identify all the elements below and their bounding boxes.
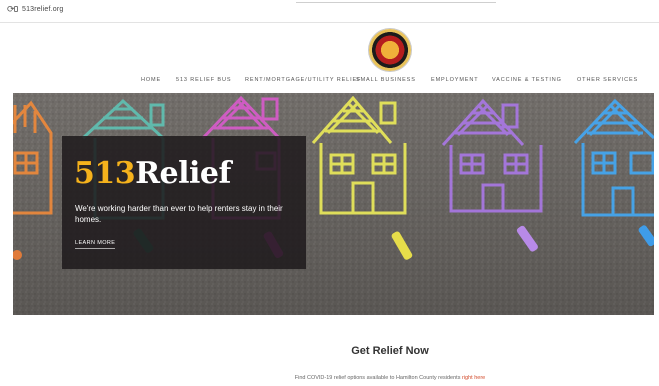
toolbar-divider bbox=[296, 2, 496, 3]
page: ⟳ 513relief.org HOME 513 RELIEF BUS RENT… bbox=[0, 0, 659, 386]
nav-item-other-services[interactable]: OTHER SERVICES bbox=[577, 77, 638, 83]
hero-subtitle: We're working harder than ever to help r… bbox=[75, 204, 283, 224]
nav-item-small-business[interactable]: SMALL BUSINESS bbox=[356, 77, 416, 83]
lock-icon bbox=[14, 6, 18, 12]
nav-item-vaccine-testing[interactable]: VACCINE & TESTING bbox=[492, 77, 562, 83]
nav-item-home[interactable]: HOME bbox=[141, 77, 161, 83]
hero-title: 513Relief bbox=[74, 156, 231, 191]
section-text-body: Find COVID-19 relief options available t… bbox=[294, 375, 461, 381]
url-text[interactable]: 513relief.org bbox=[22, 6, 64, 13]
nav-item-rent-relief[interactable]: RENT/MORTGAGE/UTILITY RELIEF bbox=[245, 77, 361, 83]
section-text: Find COVID-19 relief options available t… bbox=[0, 375, 659, 381]
hero-title-number: 513 bbox=[74, 156, 136, 191]
county-seal-logo[interactable] bbox=[369, 29, 411, 71]
nav-item-relief-bus[interactable]: 513 RELIEF BUS bbox=[176, 77, 231, 83]
learn-more-button[interactable]: LEARN MORE bbox=[75, 240, 116, 249]
section-title: Get Relief Now bbox=[351, 345, 429, 357]
hero-title-word: Relief bbox=[135, 156, 231, 191]
nav-item-employment[interactable]: EMPLOYMENT bbox=[431, 77, 479, 83]
right-here-link[interactable]: right here bbox=[462, 375, 485, 381]
main-nav: HOME 513 RELIEF BUS RENT/MORTGAGE/UTILIT… bbox=[0, 77, 659, 87]
browser-address-bar[interactable]: ⟳ 513relief.org bbox=[0, 0, 659, 23]
